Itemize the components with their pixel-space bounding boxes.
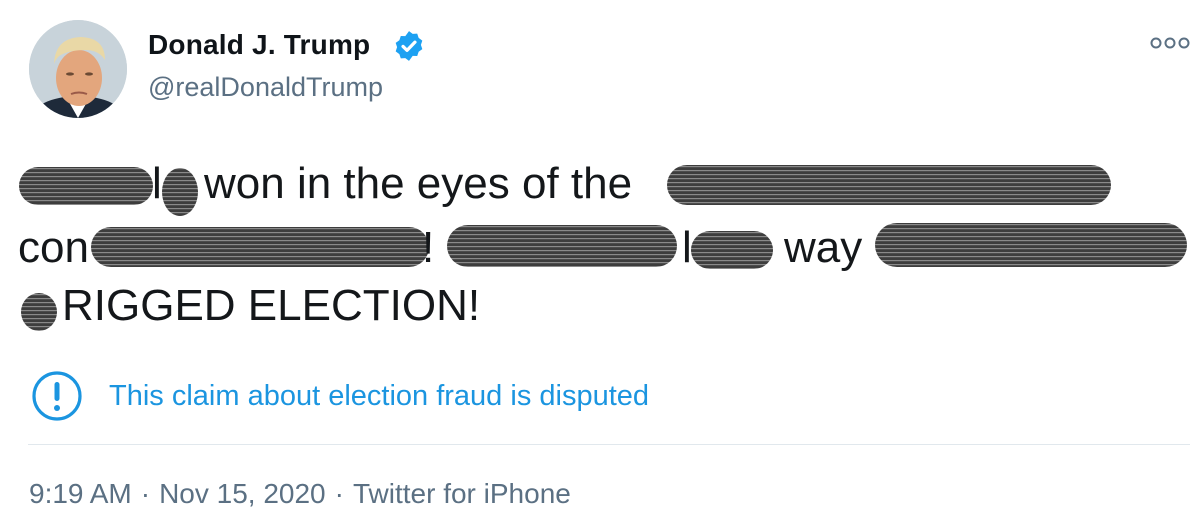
redaction-scribble <box>691 231 773 269</box>
redaction-scribble <box>162 168 198 216</box>
avatar[interactable] <box>29 20 127 118</box>
user-handle[interactable]: @realDonaldTrump <box>148 72 383 103</box>
tweet-text-fragment: way <box>784 223 863 272</box>
tweet-source[interactable]: Twitter for iPhone <box>353 478 571 509</box>
tweet-text-fragment: won in the eyes of the <box>204 159 633 208</box>
exclamation-circle-icon <box>32 371 82 421</box>
redaction-scribble <box>447 225 677 267</box>
tweet-text-fragment: RIGGED ELECTION! <box>62 281 481 330</box>
tweet-metadata: 9:19 AM · Nov 15, 2020 · Twitter for iPhone <box>29 478 571 510</box>
separator: · <box>334 478 344 509</box>
more-options-icon[interactable] <box>1148 32 1192 54</box>
disputed-claim-notice[interactable]: This claim about election fraud is dispu… <box>31 368 649 424</box>
verified-badge-icon <box>395 31 423 61</box>
divider <box>28 444 1190 445</box>
redaction-scribble <box>21 293 57 331</box>
display-name[interactable]: Donald J. Trump <box>148 29 370 61</box>
redaction-scribble <box>19 167 153 205</box>
tweet-date[interactable]: Nov 15, 2020 <box>159 478 326 509</box>
redaction-scribble <box>875 223 1187 267</box>
tweet-card: Donald J. Trump @realDonaldTrump l won i… <box>0 0 1200 520</box>
disputed-claim-link[interactable]: This claim about election fraud is dispu… <box>109 380 649 413</box>
avatar-image <box>29 20 127 118</box>
tweet-text-fragment: ! <box>422 223 435 272</box>
redaction-scribble <box>667 165 1111 205</box>
redaction-scribble <box>91 227 429 267</box>
tweet-text-fragment: con <box>18 223 89 272</box>
separator: · <box>140 478 151 509</box>
tweet-time[interactable]: 9:19 AM <box>29 478 132 509</box>
tweet-body: l won in the eyes of the con ! l way RIG… <box>18 158 1188 338</box>
